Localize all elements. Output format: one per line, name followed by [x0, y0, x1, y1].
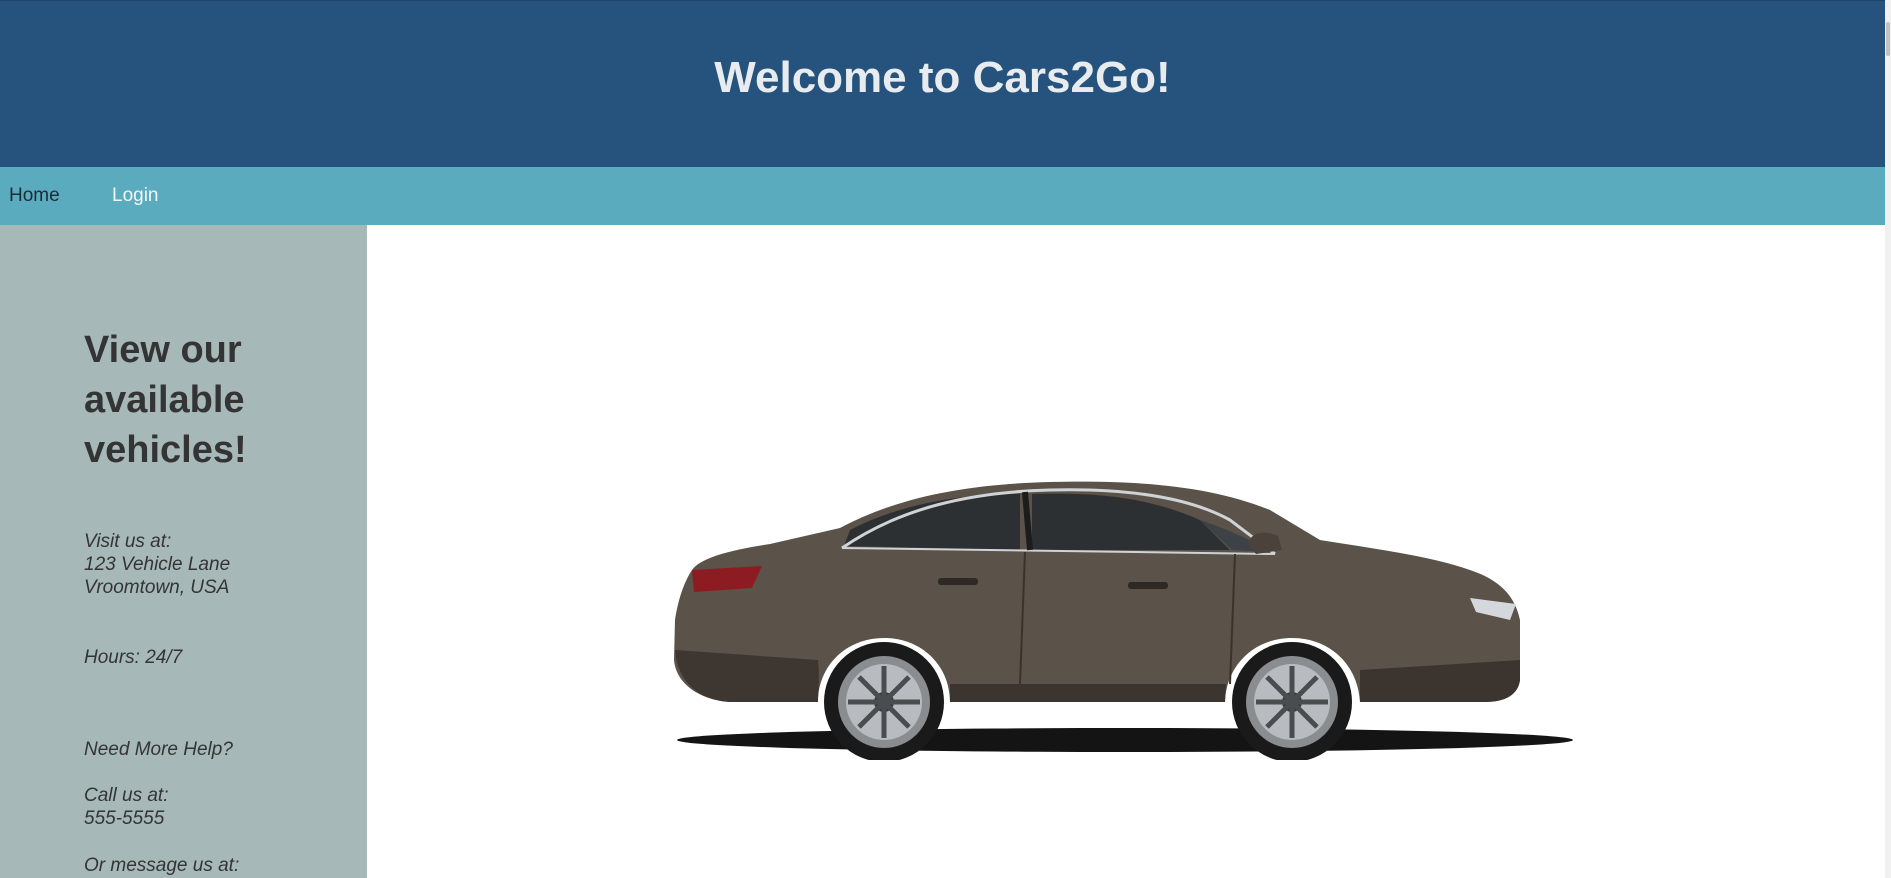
call-info: Call us at: 555-5555	[84, 784, 168, 830]
address-line-2: Vroomtown, USA	[84, 577, 230, 598]
sidebar-heading-line-1: View our	[84, 329, 242, 371]
sidebar-heading-line-2: available	[84, 379, 245, 421]
visit-label: Visit us at:	[84, 531, 172, 552]
page: Welcome to Cars2Go! Home Login View our …	[0, 0, 1891, 878]
address-line-1: 123 Vehicle Lane	[84, 554, 231, 575]
vertical-scrollbar[interactable]	[1885, 0, 1891, 878]
sidebar-heading-line-3: vehicles!	[84, 429, 247, 471]
sidebar-heading: View our available vehicles!	[84, 325, 354, 475]
nav-login-link[interactable]: Login	[112, 185, 159, 207]
sidebar: View our available vehicles! Visit us at…	[0, 225, 367, 878]
nav-home-link[interactable]: Home	[9, 185, 60, 207]
help-text: Need More Help?	[84, 739, 233, 760]
navigation-bar: Home Login	[0, 167, 1885, 225]
call-label: Call us at:	[84, 785, 169, 806]
scrollbar-thumb[interactable]	[1886, 22, 1890, 56]
site-header: Welcome to Cars2Go!	[0, 0, 1885, 167]
phone-number: 555-5555	[84, 808, 165, 829]
message-label: Or message us at:	[84, 855, 240, 876]
hours-text: Hours: 24/7	[84, 647, 183, 668]
visit-info: Visit us at: 123 Vehicle Lane Vroomtown,…	[84, 530, 230, 599]
page-title: Welcome to Cars2Go!	[714, 53, 1171, 102]
car-image-icon	[674, 481, 1573, 760]
